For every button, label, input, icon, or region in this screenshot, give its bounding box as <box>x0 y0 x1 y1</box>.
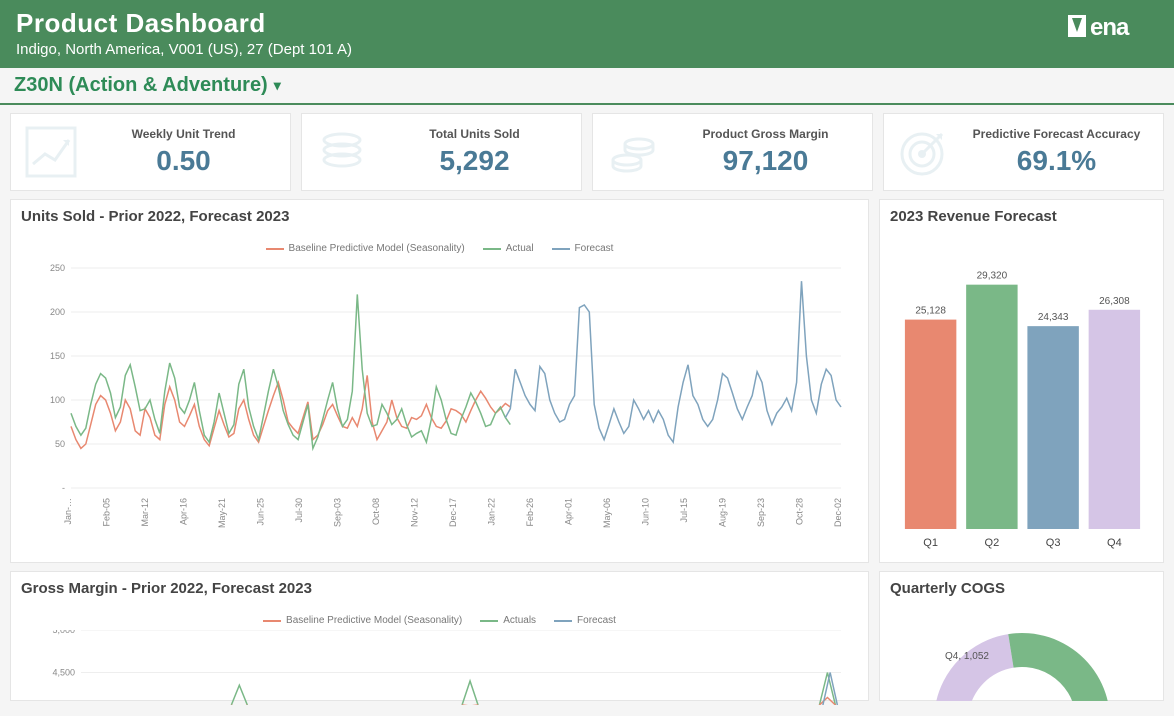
cogs-donut-chart: Q4, 1,052 <box>890 601 1155 701</box>
brand-logo: ena <box>1068 12 1158 40</box>
svg-text:250: 250 <box>50 263 65 273</box>
legend-item: Baseline Predictive Model (Seasonality) <box>263 615 462 626</box>
svg-text:Q1: Q1 <box>923 537 938 549</box>
svg-text:Oct-08: Oct-08 <box>371 498 381 525</box>
chart-title: Gross Margin - Prior 2022, Forecast 2023 <box>21 580 858 597</box>
svg-text:26,308: 26,308 <box>1099 296 1130 307</box>
svg-text:Mar-12: Mar-12 <box>140 498 150 527</box>
svg-text:Jun-25: Jun-25 <box>256 498 266 526</box>
chart-title: Quarterly COGS <box>890 580 1153 597</box>
svg-text:Q3: Q3 <box>1046 537 1061 549</box>
svg-text:Apr-16: Apr-16 <box>179 498 189 525</box>
svg-text:29,320: 29,320 <box>977 271 1008 282</box>
chart-legend: Baseline Predictive Model (Seasonality) … <box>21 243 858 254</box>
chart-legend: Baseline Predictive Model (Seasonality) … <box>21 615 858 626</box>
svg-text:Sep-23: Sep-23 <box>756 498 766 527</box>
kpi-forecast-accuracy: Predictive Forecast Accuracy 69.1% <box>883 113 1164 191</box>
kpi-label: Weekly Unit Trend <box>89 127 278 141</box>
legend-item: Actual <box>483 243 534 254</box>
legend-item: Forecast <box>554 615 616 626</box>
svg-text:Oct-28: Oct-28 <box>795 498 805 525</box>
svg-text:Feb-26: Feb-26 <box>525 498 535 527</box>
vena-logo-icon: ena <box>1068 12 1158 40</box>
chart-quarterly-cogs: Quarterly COGS Q4, 1,052 <box>879 571 1164 701</box>
svg-text:Jan-…: Jan-… <box>63 498 73 525</box>
svg-text:Nov-12: Nov-12 <box>410 498 420 527</box>
page-title: Product Dashboard <box>16 8 352 39</box>
kpi-label: Predictive Forecast Accuracy <box>962 127 1151 141</box>
svg-text:Dec-02: Dec-02 <box>833 498 843 527</box>
svg-text:Jan-22: Jan-22 <box>487 498 497 526</box>
units-sold-line-chart: - 50 100 150 200 250 Jan-… Feb-05 Mar-12 Apr-16 Ma… <box>21 258 851 548</box>
chart-title: Units Sold - Prior 2022, Forecast 2023 <box>21 208 858 225</box>
chart-title: 2023 Revenue Forecast <box>890 208 1153 225</box>
svg-text:150: 150 <box>50 351 65 361</box>
svg-text:Apr-01: Apr-01 <box>564 498 574 525</box>
svg-text:Jul-15: Jul-15 <box>679 498 689 523</box>
kpi-value: 5,292 <box>380 145 569 177</box>
trend-icon <box>23 124 79 180</box>
svg-text:24,343: 24,343 <box>1038 312 1069 323</box>
selector-bar: Z30N (Action & Adventure) <box>0 68 1174 105</box>
kpi-row: Weekly Unit Trend 0.50 Total Units Sold … <box>0 105 1174 199</box>
kpi-value: 69.1% <box>962 145 1151 177</box>
svg-text:5,000: 5,000 <box>52 630 75 635</box>
svg-text:Jul-30: Jul-30 <box>294 498 304 523</box>
page-subtitle: Indigo, North America, V001 (US), 27 (De… <box>16 41 352 58</box>
chart-units-sold: Units Sold - Prior 2022, Forecast 2023 B… <box>10 199 869 563</box>
svg-text:ena: ena <box>1090 14 1130 40</box>
svg-text:May-21: May-21 <box>217 498 227 528</box>
revenue-bar-chart: 25,128 Q1 29,320 Q2 24,343 Q3 26,308 Q4 <box>890 229 1155 554</box>
gross-margin-line-chart: 5,000 4,500 <box>21 630 851 705</box>
svg-text:-: - <box>62 483 65 493</box>
chart-gross-margin: Gross Margin - Prior 2022, Forecast 2023… <box>10 571 869 701</box>
svg-text:Aug-19: Aug-19 <box>718 498 728 527</box>
svg-text:Q2: Q2 <box>985 537 1000 549</box>
chart-revenue-forecast: 2023 Revenue Forecast 25,128 Q1 29,320 Q2 24… <box>879 199 1164 563</box>
kpi-total-units: Total Units Sold 5,292 <box>301 113 582 191</box>
legend-item: Actuals <box>480 615 536 626</box>
stack-icon <box>314 124 370 180</box>
svg-text:Q4, 1,052: Q4, 1,052 <box>945 651 989 662</box>
svg-text:25,128: 25,128 <box>915 306 946 317</box>
svg-text:Q4: Q4 <box>1107 537 1122 549</box>
legend-item: Forecast <box>552 243 614 254</box>
target-icon <box>896 124 952 180</box>
product-dropdown[interactable]: Z30N (Action & Adventure) <box>14 74 281 97</box>
svg-text:Sep-03: Sep-03 <box>333 498 343 527</box>
kpi-value: 0.50 <box>89 145 278 177</box>
svg-text:200: 200 <box>50 307 65 317</box>
svg-text:May-06: May-06 <box>602 498 612 528</box>
kpi-label: Total Units Sold <box>380 127 569 141</box>
kpi-value: 97,120 <box>671 145 860 177</box>
kpi-label: Product Gross Margin <box>671 127 860 141</box>
svg-text:Dec-17: Dec-17 <box>448 498 458 527</box>
legend-item: Baseline Predictive Model (Seasonality) <box>266 243 465 254</box>
kpi-weekly-trend: Weekly Unit Trend 0.50 <box>10 113 291 191</box>
svg-text:50: 50 <box>55 439 65 449</box>
svg-text:Feb-05: Feb-05 <box>102 498 112 527</box>
svg-text:100: 100 <box>50 395 65 405</box>
kpi-gross-margin: Product Gross Margin 97,120 <box>592 113 873 191</box>
dashboard-header: Product Dashboard Indigo, North America,… <box>0 0 1174 68</box>
coins-icon <box>605 124 661 180</box>
svg-text:4,500: 4,500 <box>52 668 75 678</box>
svg-text:Jun-10: Jun-10 <box>641 498 651 526</box>
product-dropdown-label: Z30N (Action & Adventure) <box>14 74 268 97</box>
